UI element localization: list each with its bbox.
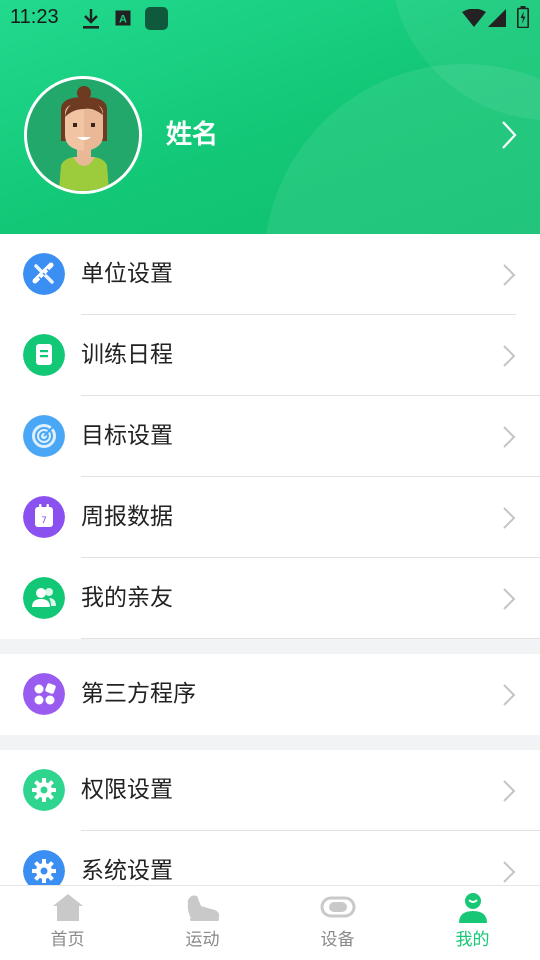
home-icon (52, 894, 83, 921)
gear-icon (23, 769, 65, 811)
avatar-illustration (27, 79, 139, 191)
profile-name[interactable]: 姓名 (166, 117, 218, 153)
status-time: 11:23 (10, 6, 59, 28)
bottom-navigation: 首页 运动 设备 我的 (0, 885, 540, 960)
target-icon (23, 415, 65, 457)
person-icon (458, 893, 487, 923)
nav-tab-label: 设备 (320, 930, 355, 950)
chevron-right-icon (503, 588, 516, 610)
nav-tab-mine[interactable]: 我的 (405, 886, 540, 960)
friends-icon (23, 577, 65, 619)
chevron-right-icon (503, 780, 516, 802)
menu-item-label: 周报数据 (81, 504, 173, 530)
chevron-right-icon (503, 426, 516, 448)
menu-item-weekly-report[interactable]: 7 周报数据 (0, 477, 540, 558)
menu-item-label: 第三方程序 (81, 681, 196, 707)
menu-item-goal-settings[interactable]: 目标设置 (0, 396, 540, 477)
nav-tab-label: 运动 (185, 930, 220, 950)
menu-item-label: 我的亲友 (81, 585, 173, 611)
avatar[interactable] (24, 76, 142, 194)
keyboard-a-icon: A (115, 10, 131, 26)
apps-icon (23, 673, 65, 715)
chevron-right-icon (503, 264, 516, 286)
divider (81, 638, 540, 639)
shoe-icon (187, 895, 219, 921)
battery-charging-icon (517, 6, 529, 28)
menu-item-permission-settings[interactable]: 权限设置 (0, 750, 540, 831)
nav-tab-home[interactable]: 首页 (0, 886, 135, 960)
calendar-icon: 7 (23, 496, 65, 538)
menu-item-label: 单位设置 (81, 261, 173, 287)
menu-item-friends[interactable]: 我的亲友 (0, 558, 540, 639)
signal-icon (488, 9, 506, 27)
chevron-right-icon[interactable] (500, 120, 518, 150)
nav-tab-label: 首页 (50, 930, 85, 950)
download-icon (83, 9, 99, 29)
wifi-icon (462, 9, 486, 27)
profile-header: 11:23 A 姓名 (0, 0, 540, 234)
nav-tab-sport[interactable]: 运动 (135, 886, 270, 960)
band-icon (320, 896, 355, 918)
menu-item-label: 训练日程 (81, 342, 173, 368)
menu-group-settings: 权限设置 系统设置 (0, 750, 540, 885)
svg-text:7: 7 (41, 516, 47, 526)
menu-item-label: 权限设置 (81, 777, 173, 803)
svg-text:A: A (119, 14, 127, 26)
menu-item-third-party-apps[interactable]: 第三方程序 (0, 654, 540, 735)
gear-icon (23, 850, 65, 885)
nav-tab-device[interactable]: 设备 (270, 886, 405, 960)
chevron-right-icon (503, 861, 516, 883)
notebook-icon (23, 334, 65, 376)
chevron-right-icon (503, 507, 516, 529)
menu-group-main: 单位设置 训练日程 目标设置 7 周报数据 我的亲友 (0, 234, 540, 639)
status-bar: 11:23 A (0, 0, 540, 38)
chevron-right-icon (503, 684, 516, 706)
menu-item-label: 目标设置 (81, 423, 173, 449)
app-square-icon (145, 7, 168, 30)
menu-item-unit-settings[interactable]: 单位设置 (0, 234, 540, 315)
menu-group-apps: 第三方程序 (0, 654, 540, 735)
menu-item-label: 系统设置 (81, 858, 173, 884)
menu-item-training-schedule[interactable]: 训练日程 (0, 315, 540, 396)
chevron-right-icon (503, 345, 516, 367)
menu-item-system-settings[interactable]: 系统设置 (0, 831, 540, 885)
ruler-pencil-icon (23, 253, 65, 295)
nav-tab-label: 我的 (455, 930, 490, 950)
